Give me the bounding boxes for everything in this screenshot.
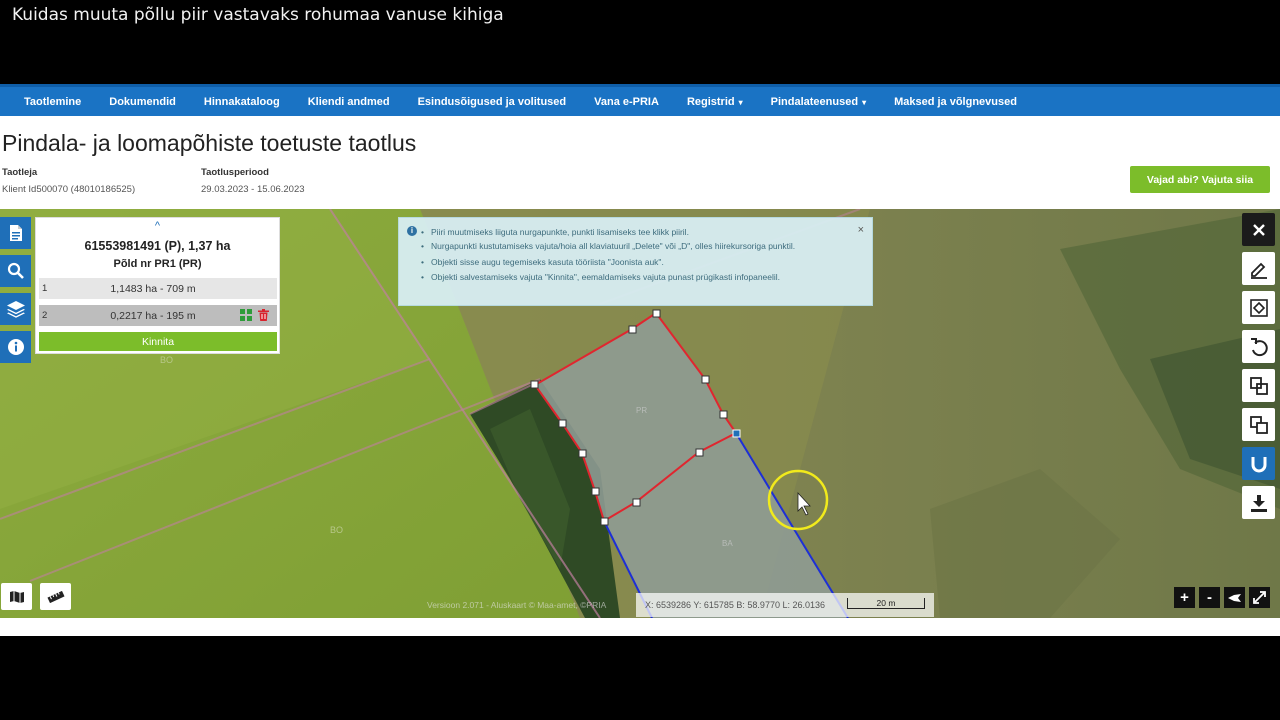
scale-label: 20 m: [876, 598, 896, 608]
parcel-title: 61553981491 (P), 1,37 ha: [84, 239, 231, 253]
edit-icon: [1250, 262, 1267, 279]
info-tool-button[interactable]: [0, 331, 31, 363]
edit-button[interactable]: [1242, 252, 1275, 285]
page-footer: [0, 618, 1280, 636]
map-icon: [9, 590, 24, 603]
left-toolbar: [0, 217, 31, 369]
map-label-ba: BA: [722, 539, 733, 548]
caret-down-icon: ▾: [738, 97, 743, 107]
download-icon: [1250, 494, 1267, 512]
layers-icon: [6, 301, 25, 318]
applicant-label: Taotleja: [2, 167, 38, 178]
fullscreen-button[interactable]: [1249, 587, 1270, 608]
measure-button[interactable]: [40, 583, 71, 610]
caret-down-icon: ▾: [862, 97, 867, 107]
right-toolbar: [1242, 213, 1275, 525]
applicant-value: Klient Id500070 (48010186525): [2, 184, 136, 195]
instructions-list: Piiri muutmiseks liiguta nurgapunkte, pu…: [421, 225, 841, 285]
instruction-item: Nurgapunkti kustutamiseks vajuta/hoia al…: [421, 240, 841, 253]
edit-instructions-box: i Piiri muutmiseks liiguta nurgapunkte, …: [398, 217, 873, 306]
close-edit-button[interactable]: [1242, 213, 1275, 246]
split-button[interactable]: [1242, 408, 1275, 441]
zoom-to-icon[interactable]: [240, 309, 252, 321]
info-circle-icon: i: [407, 226, 417, 236]
video-title: Kuidas muuta põllu piir vastavaks rohuma…: [12, 5, 504, 25]
nav-item-registrid[interactable]: Registrid ▾: [673, 96, 757, 108]
instruction-item: Objekti sisse augu tegemiseks kasuta töö…: [421, 255, 841, 270]
row-number: 2: [42, 310, 48, 321]
basemap-button[interactable]: [1, 583, 32, 610]
close-icon: [1252, 223, 1265, 236]
zoom-in-button[interactable]: +: [1174, 587, 1195, 608]
undo-button[interactable]: [1242, 330, 1275, 363]
collapse-chevron-icon[interactable]: ^: [36, 220, 279, 232]
nav-item-pindalateenused[interactable]: Pindalateenused ▾: [757, 96, 880, 108]
instruction-item: Objekti salvestamiseks vajuta "Kinnita",…: [421, 270, 841, 285]
layers-tool-button[interactable]: [0, 293, 31, 325]
row-number: 1: [42, 283, 48, 294]
top-navigation: Taotlemine Dokumendid Hinnakataloog Klie…: [0, 84, 1280, 116]
info-icon: [7, 339, 24, 355]
map-controls: + -: [1174, 587, 1270, 608]
parcel-info-panel: ^ 61553981491 (P), 1,37 ha Põld nr PR1 (…: [35, 217, 280, 354]
row-value: 1,1483 ha - 709 m: [110, 282, 196, 295]
confirm-button[interactable]: Kinnita: [39, 332, 277, 351]
nav-item-maksed[interactable]: Maksed ja võlgnevused: [880, 96, 1031, 108]
coordinate-readout: X: 6539286 Y: 615785 B: 58.9770 L: 26.01…: [636, 593, 934, 617]
merge-button[interactable]: [1242, 369, 1275, 402]
plane-icon: [1227, 593, 1241, 602]
undo-icon: [1250, 337, 1268, 356]
parcel-part-row[interactable]: 1 1,1483 ha - 709 m: [39, 278, 277, 299]
page-title: Pindala- ja loomapõhiste toetuste taotlu…: [2, 130, 417, 156]
period-label: Taotlusperiood: [201, 167, 269, 178]
fullscreen-icon: [1253, 591, 1266, 604]
nav-item-vana-epria[interactable]: Vana e-PRIA: [580, 96, 673, 108]
instruction-item: Piiri muutmiseks liiguta nurgapunkte, pu…: [421, 225, 841, 240]
ruler-icon: [46, 590, 65, 603]
nav-item-kliendi-andmed[interactable]: Kliendi andmed: [294, 96, 404, 108]
navigation-button[interactable]: [1224, 587, 1245, 608]
parcel-subtitle: Põld nr PR1 (PR): [113, 258, 202, 270]
close-icon[interactable]: ×: [858, 224, 864, 236]
help-button[interactable]: Vajad abi? Vajuta siia: [1130, 166, 1270, 193]
application-window: Taotlemine Dokumendid Hinnakataloog Klie…: [0, 84, 1280, 636]
trash-icon[interactable]: [258, 309, 269, 321]
parcel-part-row[interactable]: 2 0,2217 ha - 195 m: [39, 305, 277, 326]
coordinates-text: X: 6539286 Y: 615785 B: 58.9770 L: 26.01…: [645, 600, 825, 610]
magnet-icon: [1251, 456, 1266, 472]
snap-button[interactable]: [1242, 447, 1275, 480]
search-tool-button[interactable]: [0, 255, 31, 287]
document-icon: [9, 225, 22, 241]
split-icon: [1249, 415, 1268, 434]
select-icon: [1249, 298, 1268, 317]
zoom-out-button[interactable]: -: [1199, 587, 1220, 608]
merge-icon: [1249, 376, 1268, 395]
document-tool-button[interactable]: [0, 217, 31, 249]
map-label-bo: BO: [330, 525, 343, 535]
map-view[interactable]: BO BO PR BA ^ 61553981491 (P), 1,37 ha P…: [0, 209, 1280, 618]
nav-item-hinnakataloog[interactable]: Hinnakataloog: [190, 96, 294, 108]
period-value: 29.03.2023 - 15.06.2023: [201, 184, 305, 195]
scale-bar: 20 m: [847, 598, 925, 609]
screen: Kuidas muuta põllu piir vastavaks rohuma…: [0, 0, 1280, 720]
map-label-bo: BO: [160, 355, 173, 365]
select-vertex-button[interactable]: [1242, 291, 1275, 324]
nav-item-dokumendid[interactable]: Dokumendid: [95, 96, 190, 108]
nav-item-esindusoigused[interactable]: Esindusõigused ja volitused: [404, 96, 581, 108]
map-label-pr: PR: [636, 406, 647, 415]
map-version-attribution: Versioon 2.071 - Aluskaart © Maa-amet, ©…: [427, 600, 607, 610]
download-button[interactable]: [1242, 486, 1275, 519]
nav-item-taotlemine[interactable]: Taotlemine: [10, 96, 95, 108]
search-icon: [7, 262, 24, 279]
